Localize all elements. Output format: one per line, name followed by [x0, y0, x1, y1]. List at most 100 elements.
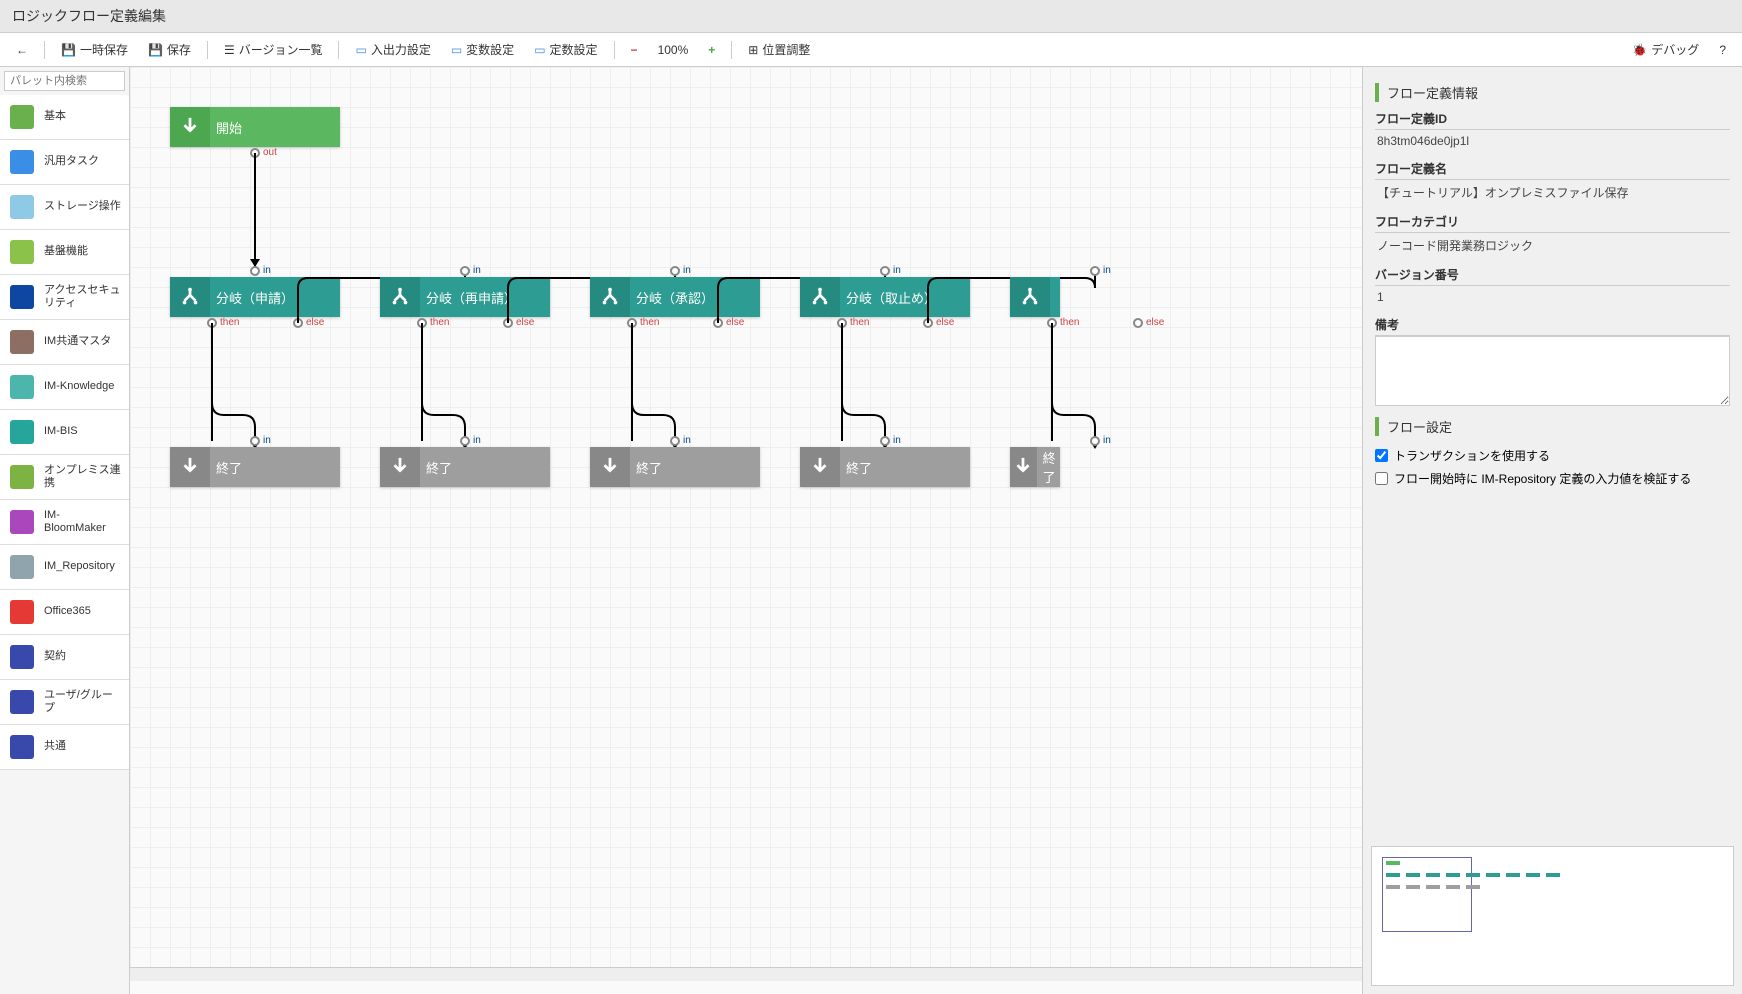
- palette-item-label: 共通: [44, 740, 66, 753]
- zoom-out-button[interactable]: −: [623, 39, 646, 61]
- port-label: in: [1103, 265, 1111, 276]
- flow-id-value: 8h3tm046de0jp1l: [1375, 130, 1730, 152]
- save-button[interactable]: 💾保存: [140, 37, 199, 62]
- var-settings-button[interactable]: ▭変数設定: [443, 37, 522, 62]
- port[interactable]: [837, 318, 847, 328]
- port[interactable]: [713, 318, 723, 328]
- palette-item[interactable]: IM-Knowledge: [0, 365, 129, 410]
- port[interactable]: [503, 318, 513, 328]
- port[interactable]: [880, 436, 890, 446]
- port[interactable]: [627, 318, 637, 328]
- port[interactable]: [1047, 318, 1057, 328]
- port-label: out: [263, 147, 277, 158]
- palette-item[interactable]: 基本: [0, 95, 129, 140]
- port-label: in: [263, 265, 271, 276]
- port-label: else: [516, 317, 534, 328]
- canvas-area[interactable]: 開始out分岐（申請）inthenelse終了in分岐（再申請）inthenel…: [130, 67, 1362, 994]
- validate-check-label: フロー開始時に IM-Repository 定義の入力値を検証する: [1394, 470, 1691, 487]
- port[interactable]: [670, 266, 680, 276]
- end-node[interactable]: 終了: [800, 447, 970, 487]
- separator: [207, 41, 208, 59]
- branch-node[interactable]: [1010, 277, 1060, 317]
- port-label: then: [850, 317, 869, 328]
- list-icon: ☰: [224, 43, 235, 57]
- right-panel: フロー定義情報 フロー定義ID 8h3tm046de0jp1l フロー定義名 【…: [1362, 67, 1742, 994]
- palette-item-label: IM-Knowledge: [44, 380, 114, 393]
- branch-node[interactable]: 分岐（取止め）: [800, 277, 970, 317]
- temp-save-button[interactable]: 💾一時保存: [53, 37, 136, 62]
- port[interactable]: [250, 148, 260, 158]
- port[interactable]: [293, 318, 303, 328]
- port[interactable]: [1090, 266, 1100, 276]
- port[interactable]: [207, 318, 217, 328]
- port-label: in: [473, 265, 481, 276]
- end-node[interactable]: 終了: [170, 447, 340, 487]
- back-button[interactable]: ←: [8, 39, 36, 61]
- palette-item[interactable]: 基盤機能: [0, 230, 129, 275]
- palette-item-label: IM共通マスタ: [44, 335, 111, 348]
- palette-item[interactable]: IM_Repository: [0, 545, 129, 590]
- palette-item[interactable]: 共通: [0, 725, 129, 770]
- palette-item-label: アクセスセキュリティ: [44, 284, 121, 310]
- node-icon: [800, 447, 840, 487]
- port[interactable]: [460, 436, 470, 446]
- zoom-in-button[interactable]: +: [700, 39, 723, 61]
- disk-icon: 💾: [61, 43, 76, 57]
- minimap[interactable]: [1371, 846, 1734, 986]
- palette-item[interactable]: 契約: [0, 635, 129, 680]
- bug-icon: 🐞: [1632, 43, 1647, 57]
- node-icon: [170, 277, 210, 317]
- branch-node[interactable]: 分岐（承認）: [590, 277, 760, 317]
- branch-node[interactable]: 分岐（再申請）: [380, 277, 550, 317]
- port-label: then: [220, 317, 239, 328]
- port-label: in: [893, 435, 901, 446]
- palette-item[interactable]: アクセスセキュリティ: [0, 275, 129, 320]
- port[interactable]: [1133, 318, 1143, 328]
- transaction-check[interactable]: トランザクションを使用する: [1375, 444, 1730, 467]
- port[interactable]: [250, 266, 260, 276]
- arrow-left-icon: ←: [16, 43, 28, 57]
- port[interactable]: [460, 266, 470, 276]
- debug-button[interactable]: 🐞 デバッグ: [1624, 37, 1707, 62]
- port[interactable]: [670, 436, 680, 446]
- palette-item[interactable]: Office365: [0, 590, 129, 635]
- palette-item[interactable]: オンプレミス連携: [0, 455, 129, 500]
- palette-item[interactable]: ストレージ操作: [0, 185, 129, 230]
- branch-node[interactable]: 分岐（申請）: [170, 277, 340, 317]
- const-settings-button[interactable]: ▭定数設定: [526, 37, 605, 62]
- palette-item[interactable]: IM共通マスタ: [0, 320, 129, 365]
- node-label: 分岐（承認）: [630, 288, 714, 307]
- end-node[interactable]: 終了: [380, 447, 550, 487]
- version-list-label: バージョン一覧: [239, 41, 323, 58]
- port[interactable]: [1090, 436, 1100, 446]
- version-list-button[interactable]: ☰ バージョン一覧: [216, 37, 331, 62]
- validate-check[interactable]: フロー開始時に IM-Repository 定義の入力値を検証する: [1375, 467, 1730, 490]
- align-button[interactable]: ⊞位置調整: [740, 37, 818, 62]
- palette-item[interactable]: IM-BIS: [0, 410, 129, 455]
- flow-settings-title: フロー設定: [1375, 417, 1730, 436]
- debug-label: デバッグ: [1651, 41, 1699, 58]
- notes-textarea[interactable]: [1375, 336, 1730, 406]
- port[interactable]: [417, 318, 427, 328]
- node-label: 分岐（申請）: [210, 288, 294, 307]
- port[interactable]: [880, 266, 890, 276]
- category-label: フローカテゴリ: [1375, 213, 1730, 233]
- version-label: バージョン番号: [1375, 266, 1730, 286]
- palette-icon: [8, 463, 36, 491]
- port[interactable]: [250, 436, 260, 446]
- end-node[interactable]: 終了: [1010, 447, 1060, 487]
- node-icon: [1010, 447, 1037, 487]
- align-label: 位置調整: [762, 41, 810, 58]
- io-settings-button[interactable]: ▭入出力設定: [347, 37, 438, 62]
- end-node[interactable]: 終了: [590, 447, 760, 487]
- scrollbar[interactable]: [130, 967, 1362, 981]
- port[interactable]: [923, 318, 933, 328]
- help-button[interactable]: ?: [1711, 39, 1734, 61]
- palette-search-input[interactable]: [4, 71, 125, 91]
- palette-item[interactable]: ユーザ/グループ: [0, 680, 129, 725]
- palette-item[interactable]: IM-BloomMaker: [0, 500, 129, 545]
- palette-item[interactable]: 汎用タスク: [0, 140, 129, 185]
- palette-item-label: 汎用タスク: [44, 155, 99, 168]
- start-node[interactable]: 開始: [170, 107, 340, 147]
- palette-icon: [8, 193, 36, 221]
